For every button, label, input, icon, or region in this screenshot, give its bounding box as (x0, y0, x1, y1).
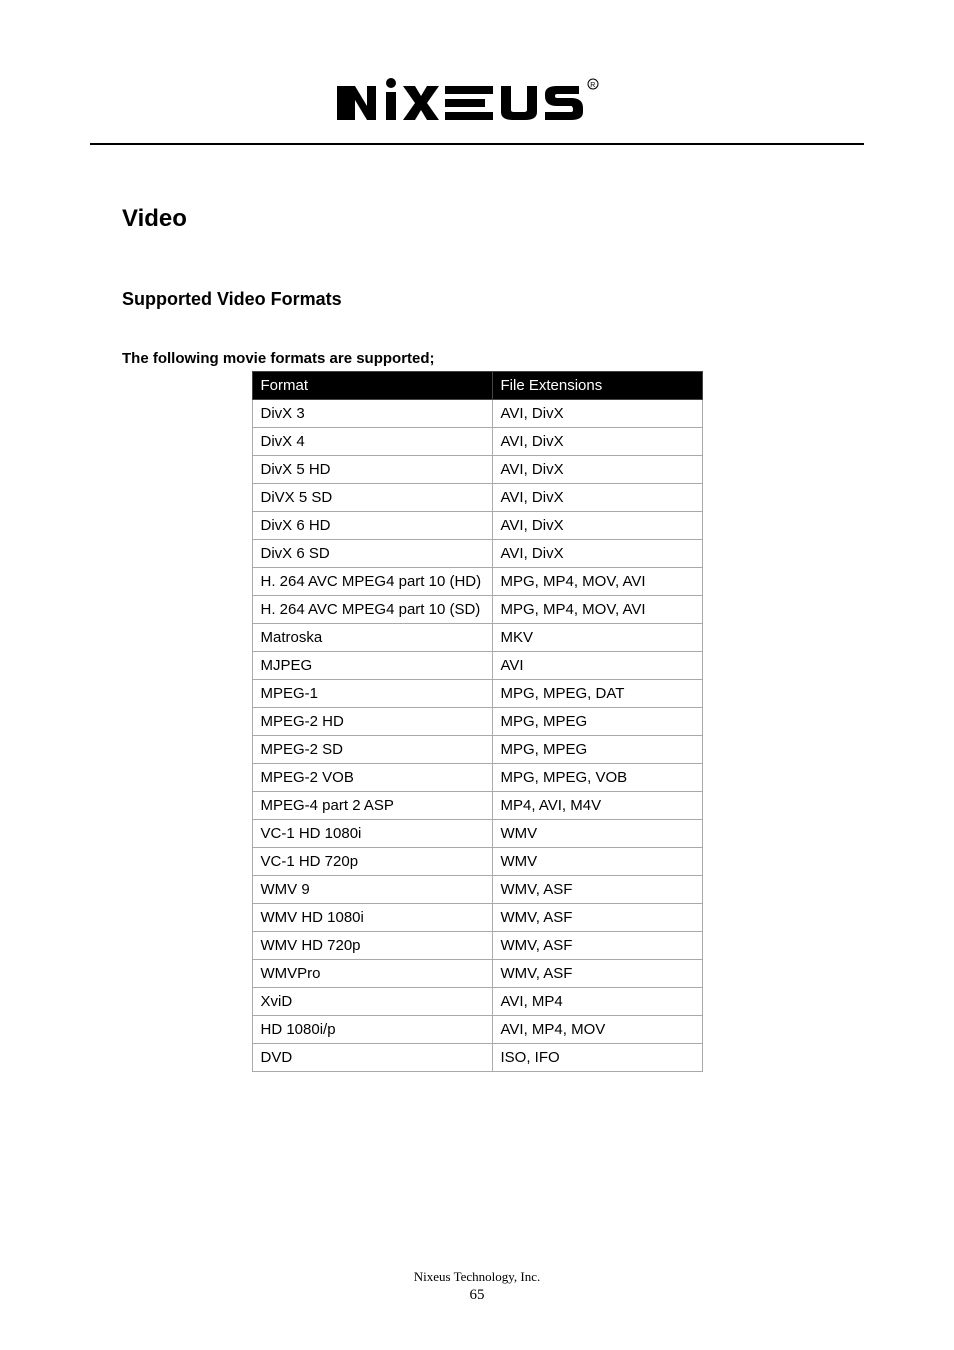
format-cell: DivX 6 HD (252, 512, 492, 540)
format-cell: MPEG-2 HD (252, 708, 492, 736)
table-row: DivX 4AVI, DivX (252, 428, 702, 456)
table-row: DVDISO, IFO (252, 1044, 702, 1072)
footer-page-number: 65 (0, 1287, 954, 1304)
table-row: MatroskaMKV (252, 624, 702, 652)
extensions-cell: WMV, ASF (492, 904, 702, 932)
extensions-cell: WMV, ASF (492, 876, 702, 904)
format-cell: DivX 5 HD (252, 456, 492, 484)
table-row: WMVProWMV, ASF (252, 960, 702, 988)
extensions-cell: WMV, ASF (492, 932, 702, 960)
table-row: H. 264 AVC MPEG4 part 10 (HD)MPG, MP4, M… (252, 568, 702, 596)
format-cell: DivX 3 (252, 400, 492, 428)
extensions-cell: MPG, MPEG (492, 708, 702, 736)
table-row: DivX 3AVI, DivX (252, 400, 702, 428)
table-row: DivX 5 HDAVI, DivX (252, 456, 702, 484)
extensions-cell: AVI, DivX (492, 540, 702, 568)
format-cell: DVD (252, 1044, 492, 1072)
table-row: DivX 6 SDAVI, DivX (252, 540, 702, 568)
format-cell: VC-1 HD 1080i (252, 820, 492, 848)
format-cell: H. 264 AVC MPEG4 part 10 (HD) (252, 568, 492, 596)
footer-company: Nixeus Technology, Inc. (0, 1269, 954, 1285)
table-row: MJPEGAVI (252, 652, 702, 680)
format-cell: VC-1 HD 720p (252, 848, 492, 876)
format-cell: MJPEG (252, 652, 492, 680)
extensions-cell: AVI, DivX (492, 484, 702, 512)
extensions-cell: AVI, DivX (492, 400, 702, 428)
extensions-cell: MP4, AVI, M4V (492, 792, 702, 820)
subsection-heading: Supported Video Formats (122, 289, 832, 310)
format-cell: HD 1080i/p (252, 1016, 492, 1044)
header-logo-area: R (0, 0, 954, 143)
table-row: MPEG-2 HDMPG, MPEG (252, 708, 702, 736)
extensions-cell: MPG, MP4, MOV, AVI (492, 596, 702, 624)
extensions-cell: AVI, DivX (492, 456, 702, 484)
col-header-extensions: File Extensions (492, 372, 702, 400)
extensions-cell: WMV (492, 820, 702, 848)
extensions-cell: WMV, ASF (492, 960, 702, 988)
format-cell: WMV HD 1080i (252, 904, 492, 932)
table-row: H. 264 AVC MPEG4 part 10 (SD)MPG, MP4, M… (252, 596, 702, 624)
format-cell: MPEG-2 SD (252, 736, 492, 764)
format-cell: MPEG-4 part 2 ASP (252, 792, 492, 820)
table-row: WMV HD 1080iWMV, ASF (252, 904, 702, 932)
extensions-cell: MPG, MPEG (492, 736, 702, 764)
table-row: MPEG-1MPG, MPEG, DAT (252, 680, 702, 708)
brand-logo: R (327, 72, 627, 133)
main-content: Video Supported Video Formats The follow… (0, 145, 954, 1072)
extensions-cell: MPG, MP4, MOV, AVI (492, 568, 702, 596)
extensions-cell: WMV (492, 848, 702, 876)
formats-table: Format File Extensions DivX 3AVI, DivXDi… (252, 371, 703, 1072)
extensions-cell: ISO, IFO (492, 1044, 702, 1072)
table-row: WMV 9WMV, ASF (252, 876, 702, 904)
format-cell: DivX 4 (252, 428, 492, 456)
table-row: MPEG-2 SDMPG, MPEG (252, 736, 702, 764)
page-footer: Nixeus Technology, Inc. 65 (0, 1269, 954, 1304)
format-cell: XviD (252, 988, 492, 1016)
table-row: MPEG-4 part 2 ASPMP4, AVI, M4V (252, 792, 702, 820)
extensions-cell: AVI, DivX (492, 428, 702, 456)
extensions-cell: MPG, MPEG, VOB (492, 764, 702, 792)
table-row: WMV HD 720pWMV, ASF (252, 932, 702, 960)
extensions-cell: AVI, DivX (492, 512, 702, 540)
table-row: HD 1080i/pAVI, MP4, MOV (252, 1016, 702, 1044)
format-cell: WMVPro (252, 960, 492, 988)
extensions-cell: AVI (492, 652, 702, 680)
format-cell: H. 264 AVC MPEG4 part 10 (SD) (252, 596, 492, 624)
table-row: MPEG-2 VOBMPG, MPEG, VOB (252, 764, 702, 792)
section-heading: Video (122, 205, 832, 233)
extensions-cell: MKV (492, 624, 702, 652)
svg-text:R: R (590, 82, 595, 89)
table-row: XviDAVI, MP4 (252, 988, 702, 1016)
format-cell: WMV HD 720p (252, 932, 492, 960)
intro-text: The following movie formats are supporte… (122, 350, 832, 367)
format-cell: DiVX 5 SD (252, 484, 492, 512)
format-cell: Matroska (252, 624, 492, 652)
col-header-format: Format (252, 372, 492, 400)
table-row: DivX 6 HDAVI, DivX (252, 512, 702, 540)
table-header-row: Format File Extensions (252, 372, 702, 400)
extensions-cell: AVI, MP4 (492, 988, 702, 1016)
table-row: DiVX 5 SDAVI, DivX (252, 484, 702, 512)
extensions-cell: AVI, MP4, MOV (492, 1016, 702, 1044)
table-row: VC-1 HD 1080iWMV (252, 820, 702, 848)
format-cell: DivX 6 SD (252, 540, 492, 568)
format-cell: WMV 9 (252, 876, 492, 904)
table-row: VC-1 HD 720pWMV (252, 848, 702, 876)
extensions-cell: MPG, MPEG, DAT (492, 680, 702, 708)
format-cell: MPEG-2 VOB (252, 764, 492, 792)
format-cell: MPEG-1 (252, 680, 492, 708)
